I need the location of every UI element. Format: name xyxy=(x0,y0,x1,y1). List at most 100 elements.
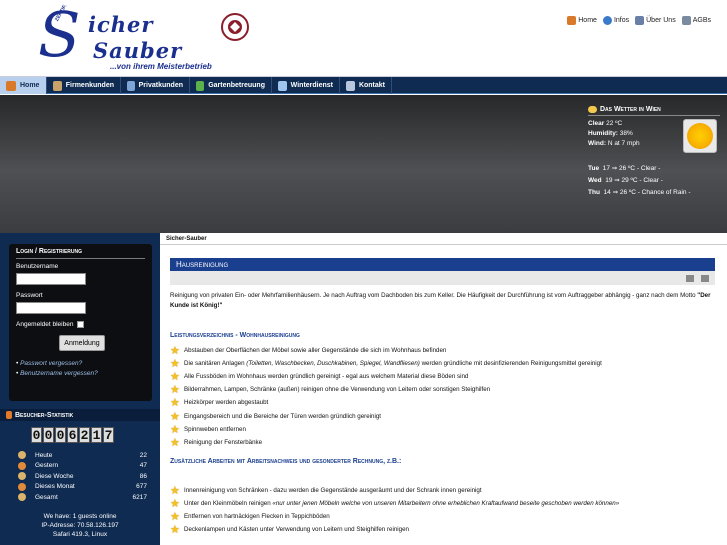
counter-digit: 0 xyxy=(31,427,42,443)
header: ZERTIF. S icher Sauber ...von ihrem Meis… xyxy=(0,0,727,77)
weather-forecast: Tue 17 ⇒ 26 ºC - Clear - Wed 19 ⇒ 29 ºC … xyxy=(588,163,720,199)
info-globe-icon xyxy=(602,16,612,25)
list-text-part: Entfernen von hartnäckigen Flecken in Te… xyxy=(184,513,330,521)
main-content: Sicher-Sauber Hausreinigung Reinigung vo… xyxy=(160,233,727,545)
star-bullet-icon: ★ xyxy=(170,498,180,511)
top-links: Home Infos Über Uns AGBs xyxy=(567,16,711,25)
online-info: We have: 1 guests online IP-Adresse: 70.… xyxy=(0,512,160,539)
nav-item-winterdienst[interactable]: Winterdienst xyxy=(272,77,340,94)
list-item-text: Alle Fussböden im Wohnhaus werden gründl… xyxy=(184,373,468,380)
home-icon xyxy=(6,80,16,91)
list-item: ★ Innenreinigung von Schränken - dazu wer… xyxy=(170,484,715,497)
list-text-part: werden gründliche mit desinfizierenden R… xyxy=(419,360,602,368)
section-heading-extra: Zusätzliche Arbeiten mit Arbeitsnachweis… xyxy=(170,458,402,465)
private-icon xyxy=(127,80,135,91)
list-text-part: Deckenlampen und Kästen unter Verwendung… xyxy=(184,526,409,534)
stats-value: 86 xyxy=(139,472,147,480)
toplink-infos[interactable]: Infos xyxy=(602,16,630,25)
login-button[interactable]: Anmeldung xyxy=(59,335,105,351)
nav-item-firmenkunden[interactable]: Firmenkunden xyxy=(47,77,121,94)
weather-title-text: Das Wetter in Wien xyxy=(600,106,661,113)
remember-label: Angemeldet bleiben xyxy=(16,321,74,328)
list-item: ★ Eingangsbereich und die Bereiche der Tü… xyxy=(170,409,715,423)
stats-row: Dieses Monat 677 xyxy=(0,482,160,493)
section-heading-services: Leistungsverzeichnis - Wohnhausreinigung xyxy=(170,332,300,339)
toplink-label: Infos xyxy=(613,17,630,24)
weather-cloud-icon xyxy=(588,106,597,113)
nav-item-kontakt[interactable]: Kontakt xyxy=(340,77,392,94)
toplink-agb[interactable]: AGBs xyxy=(681,16,711,25)
breadcrumb[interactable]: Sicher-Sauber xyxy=(160,233,727,245)
sun-icon xyxy=(683,119,717,153)
stats-value: 677 xyxy=(136,483,147,491)
weather-title: Das Wetter in Wien xyxy=(588,104,720,116)
stats-row: Heute 22 xyxy=(0,450,160,461)
list-text-part: Alle Fussböden im Wohnhaus werden gründl… xyxy=(184,373,469,381)
forecast-day: Thu xyxy=(588,189,600,196)
stats-row: Gesamt 6217 xyxy=(0,492,160,503)
list-text-part: Bilderrahmen, Lampen, Schränke (außen) r… xyxy=(184,386,491,394)
weather-humidity-label: Humidity: xyxy=(588,130,618,137)
forecast-row: Wed 19 ⇒ 29 ºC - Clear - xyxy=(588,175,720,187)
list-text-part: Eingangsbereich und die Bereiche der Tür… xyxy=(184,412,381,420)
visitor-icon xyxy=(18,472,26,481)
forecast-day: Tue xyxy=(588,165,600,172)
company-icon xyxy=(53,80,62,91)
nav-label: Gartenbetreuung xyxy=(208,82,265,89)
list-item-text: Deckenlampen und Kästen unter Verwendung… xyxy=(184,526,409,533)
email-icon[interactable] xyxy=(701,274,709,282)
list-item-text: Heizkörper werden abgestaubt xyxy=(184,399,268,406)
list-item: ★ Abstauben der Oberflächen der Möbel sow… xyxy=(170,344,715,357)
stats-value: 47 xyxy=(139,462,147,470)
list-item-text: Bilderrahmen, Lampen, Schränke (außen) r… xyxy=(184,386,490,393)
stats-label: Gesamt xyxy=(35,493,58,501)
visitor-icon xyxy=(18,451,26,460)
list-item: ★ Bilderrahmen, Lampen, Schränke (außen) … xyxy=(170,383,715,396)
remember-checkbox[interactable] xyxy=(77,321,85,328)
forecast-day: Wed xyxy=(588,177,602,184)
forgot-username-link[interactable]: Benutzername vergessen? xyxy=(16,370,145,377)
stats-label: Dieses Monat xyxy=(35,483,75,491)
garden-icon xyxy=(196,80,205,91)
weather-wind-label: Wind: xyxy=(588,140,606,147)
weather-condition: Clear xyxy=(588,120,605,127)
list-item-text: Innenreinigung von Schränken - dazu werd… xyxy=(184,487,482,494)
browser-info: Safari 419.3, Linux xyxy=(52,530,108,538)
star-bullet-icon: ★ xyxy=(170,485,180,498)
site-logo[interactable]: ZERTIF. S icher Sauber ...von ihrem Meis… xyxy=(38,4,212,72)
logo-tagline: ...von ihrem Meisterbetrieb xyxy=(110,62,212,71)
star-bullet-icon: ★ xyxy=(170,371,180,384)
forecast-text: 17 ⇒ 26 ºC - Clear - xyxy=(602,165,661,172)
list-item-text: Spinnweben entfernen xyxy=(184,426,246,433)
password-input[interactable] xyxy=(16,302,86,314)
toplink-home[interactable]: Home xyxy=(567,16,597,25)
nav-item-gartenbetreuung[interactable]: Gartenbetreuung xyxy=(190,77,272,94)
list-text-italic: «nur unter jenen Möbeln welche von unser… xyxy=(272,500,620,508)
visitor-icon xyxy=(18,493,26,502)
agb-icon xyxy=(681,16,691,25)
logo-word-sicher: icher xyxy=(88,12,154,37)
list-item-text: Eingangsbereich und die Bereiche der Tür… xyxy=(184,413,381,420)
username-input[interactable] xyxy=(16,273,86,285)
nav-item-privatkunden[interactable]: Privatkunden xyxy=(121,77,190,94)
page-title: Hausreinigung xyxy=(170,258,715,271)
forgot-password-link[interactable]: Passwort vergessen? xyxy=(16,360,145,367)
ip-address: IP-Adresse: 70.58.126.197 xyxy=(41,521,119,529)
toplink-about[interactable]: Über Uns xyxy=(635,16,676,25)
home-icon xyxy=(567,16,577,25)
print-icon[interactable] xyxy=(686,274,694,282)
star-bullet-icon: ★ xyxy=(170,410,180,423)
list-item-text: Entfernen von hartnäckigen Flecken in Te… xyxy=(184,513,330,520)
visitor-icon xyxy=(18,461,26,470)
contact-icon xyxy=(346,80,355,91)
password-label: Passwort xyxy=(16,292,43,299)
list-text-part: Abstauben der Oberflächen der Möbel sowi… xyxy=(184,347,447,355)
intro-body: Reinigung von privaten Ein- oder Mehrfam… xyxy=(170,292,698,299)
stats-label: Diese Woche xyxy=(35,472,74,480)
login-panel: Login / Registrierung Benutzername Passw… xyxy=(9,244,152,401)
nav-item-home[interactable]: Home xyxy=(0,77,47,94)
toplink-label: AGBs xyxy=(692,17,711,24)
list-item: ★ Spinnweben entfernen xyxy=(170,423,715,436)
stats-value: 6217 xyxy=(132,493,147,501)
list-text-part: Innenreinigung von Schränken - dazu werd… xyxy=(184,487,482,495)
